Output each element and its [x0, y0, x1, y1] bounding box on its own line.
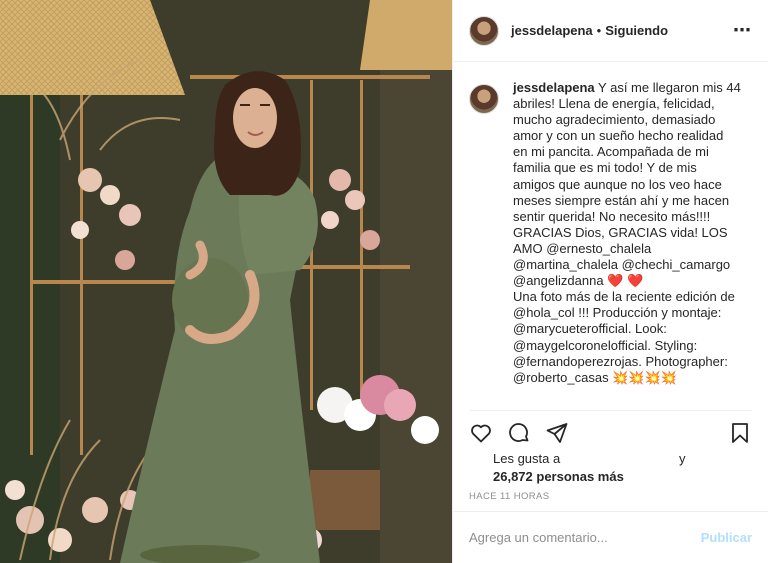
caption-line: Una foto más de la reciente edición de [513, 289, 735, 305]
caption-line: GRACIAS Dios, GRACIAS vida! LOS [513, 224, 728, 240]
separator-dot: • [596, 23, 602, 38]
likes-and: y [679, 451, 686, 466]
follow-status-button[interactable]: Siguiendo [605, 23, 668, 38]
caption-line: AMO @ernesto_chalela [513, 240, 652, 256]
caption-line: abriles! Llena de energía, felicidad, [513, 96, 715, 112]
caption-line: familia que es mi todo! Y de mis [513, 160, 697, 176]
author-username[interactable]: jessdelapena [511, 23, 593, 38]
maternity-photo-illustration [0, 0, 452, 563]
publish-button[interactable]: Publicar [701, 530, 752, 545]
caption-line-text: Y así me llegaron mis 44 [598, 80, 741, 95]
likes-count[interactable]: 26,872 personas más [493, 468, 624, 486]
post-timestamp[interactable]: HACE 11 HORAS [469, 491, 550, 502]
post-sidebar: jessdelapena • Siguiendo ⋯ jessdelapena … [452, 0, 768, 563]
caption-line-1: jessdelapena Y así me llegaron mis 44 [513, 80, 741, 96]
caption-line: @marycueterofficial. Look: [513, 321, 667, 337]
caption-line: amigos que aunque no los veo hace [513, 176, 722, 192]
instagram-post: jessdelapena • Siguiendo ⋯ jessdelapena … [0, 0, 768, 563]
likes-prefix: Les gusta a [493, 451, 561, 466]
heart-icon[interactable] [469, 421, 493, 445]
paper-plane-icon[interactable] [545, 421, 569, 445]
post-caption: jessdelapena Y así me llegaron mis 44 ab… [469, 80, 756, 386]
caption-line: en mi pancita. Acompañada de mi [513, 144, 709, 160]
caption-line: @angelizdanna ❤️ ❤️ [513, 273, 644, 289]
caption-line: @roberto_casas 💥💥💥💥 [513, 369, 677, 385]
caption-username[interactable]: jessdelapena [513, 80, 595, 95]
comment-box: Publicar [453, 511, 768, 563]
comment-input[interactable] [469, 530, 701, 545]
caption-line: @maygelcoronelofficial. Styling: [513, 337, 698, 353]
caption-line: @hola_col !!! Producción y montaje: [513, 305, 722, 321]
bookmark-icon[interactable] [728, 421, 752, 445]
likes-summary: Les gusta a y 26,872 personas más [493, 450, 686, 486]
caption-line: sentir querida! No necesito más!!!! [513, 208, 711, 224]
caption-line: mucho agradecimiento, demasiado [513, 112, 716, 128]
caption-line: @fernandoperezrojas. Photographer: [513, 353, 728, 369]
author-avatar[interactable] [469, 15, 499, 46]
caption-line: amor y con un sueño hecho realidad [513, 128, 724, 144]
caption-line: @martina_chalela @chechi_camargo [513, 257, 731, 273]
more-icon[interactable]: ⋯ [733, 20, 752, 41]
caption-text: jessdelapena Y así me llegaron mis 44 ab… [513, 80, 741, 386]
post-photo[interactable] [0, 0, 452, 563]
caption-line: meses siempre están ahí y me hacen [513, 192, 730, 208]
caption-avatar[interactable] [469, 84, 499, 114]
comment-icon[interactable] [507, 421, 531, 445]
action-bar [469, 410, 752, 450]
post-header: jessdelapena • Siguiendo ⋯ [453, 0, 768, 62]
